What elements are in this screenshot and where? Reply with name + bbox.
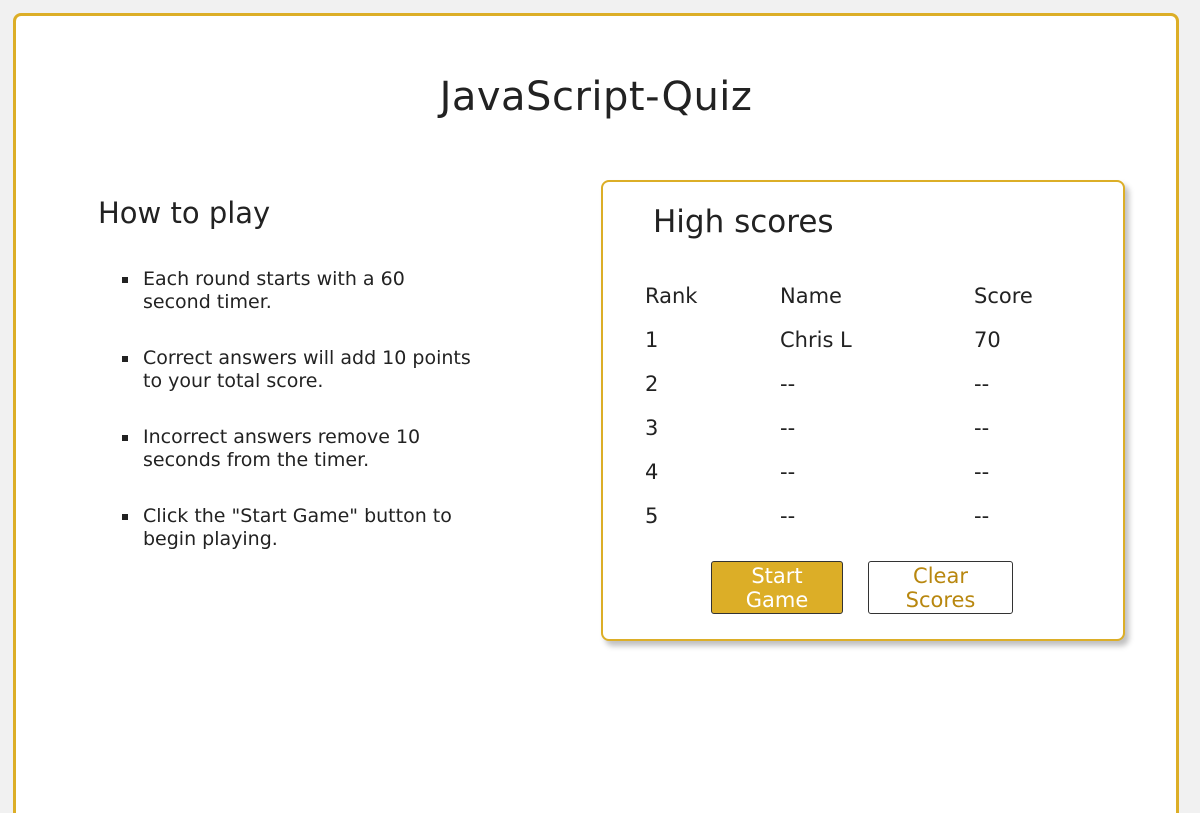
name-cell: -- [780, 504, 796, 528]
instruction-item: Click the "Start Game" button to begin p… [98, 505, 478, 551]
app-frame: JavaScript-Quiz How to play Each round s… [13, 13, 1179, 813]
start-game-button[interactable]: Start Game [711, 561, 843, 614]
how-to-play-heading: How to play [98, 196, 271, 230]
table-header-row: Rank Name Score [645, 274, 1074, 318]
name-cell: -- [780, 460, 796, 484]
table-row: 1 Chris L 70 [645, 318, 1074, 362]
score-cell: -- [974, 460, 990, 484]
table-row: 4 -- -- [645, 450, 1074, 494]
rank-cell: 5 [645, 504, 659, 528]
score-cell: -- [974, 504, 990, 528]
score-cell: -- [974, 372, 990, 396]
instruction-text: Incorrect answers remove 10 seconds from… [143, 426, 421, 471]
rank-column-header: Rank [645, 284, 698, 308]
rank-cell: 4 [645, 460, 659, 484]
bullet-icon [122, 277, 128, 283]
instruction-text: Click the "Start Game" button to begin p… [143, 505, 452, 550]
high-scores-card: High scores Rank Name Score 1 Chris L 70… [601, 180, 1125, 641]
instruction-text: Correct answers will add 10 points to yo… [143, 347, 471, 392]
instruction-text: Each round starts with a 60 second timer… [143, 268, 405, 313]
rank-cell: 1 [645, 328, 659, 352]
how-to-play-section: How to play Each round starts with a 60 … [98, 196, 518, 584]
page-title: JavaScript-Quiz [439, 74, 753, 120]
instructions-list: Each round starts with a 60 second timer… [98, 268, 518, 551]
table-row: 5 -- -- [645, 494, 1074, 538]
name-cell: Chris L [780, 328, 852, 352]
name-cell: -- [780, 372, 796, 396]
high-scores-table: Rank Name Score 1 Chris L 70 2 -- -- 3 -… [645, 274, 1074, 538]
rank-cell: 2 [645, 372, 659, 396]
score-cell: 70 [974, 328, 1001, 352]
bullet-icon [122, 356, 128, 362]
rank-cell: 3 [645, 416, 659, 440]
score-column-header: Score [974, 284, 1033, 308]
score-cell: -- [974, 416, 990, 440]
bullet-icon [122, 514, 128, 520]
instruction-item: Incorrect answers remove 10 seconds from… [98, 426, 478, 472]
table-row: 2 -- -- [645, 362, 1074, 406]
clear-scores-button[interactable]: Clear Scores [868, 561, 1013, 614]
name-cell: -- [780, 416, 796, 440]
high-scores-heading: High scores [653, 204, 834, 240]
name-column-header: Name [780, 284, 842, 308]
instruction-item: Each round starts with a 60 second timer… [98, 268, 478, 314]
bullet-icon [122, 435, 128, 441]
table-row: 3 -- -- [645, 406, 1074, 450]
instruction-item: Correct answers will add 10 points to yo… [98, 347, 478, 393]
